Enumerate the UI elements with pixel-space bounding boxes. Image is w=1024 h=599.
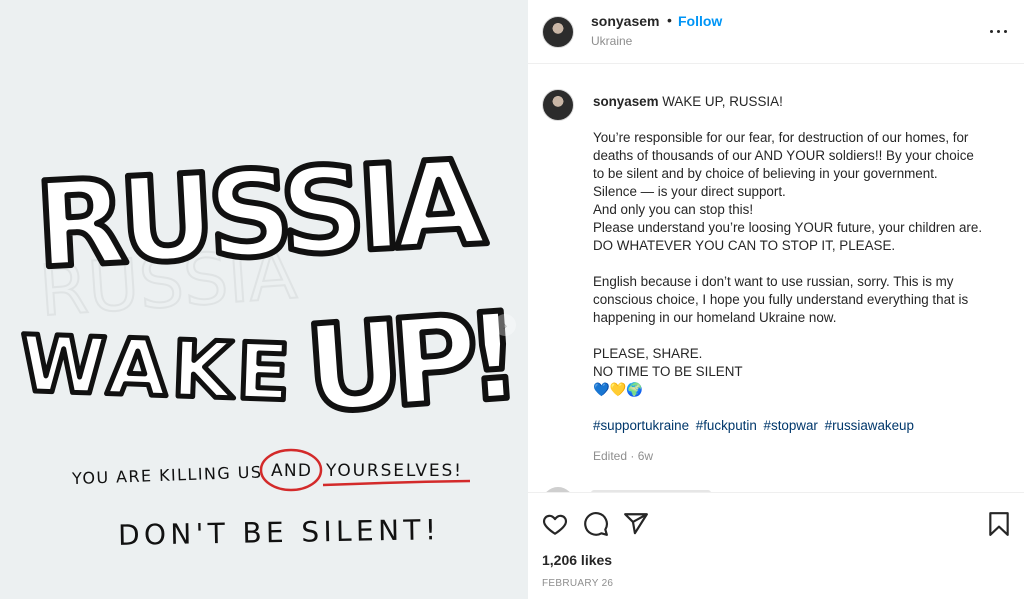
caption-line: Silence — is your direct support. xyxy=(593,184,786,199)
bookmark-icon[interactable] xyxy=(986,511,1012,537)
image-text-dont-be-silent: DON'T BE SILENT! xyxy=(118,513,439,552)
caption-line: PLEASE, SHARE. xyxy=(593,346,703,361)
caption-line: NO TIME TO BE SILENT xyxy=(593,364,743,379)
image-text-wake: WAKE xyxy=(19,319,292,418)
comment-icon[interactable] xyxy=(583,511,609,537)
edited-timestamp: Edited · 6w xyxy=(593,449,654,463)
avatar[interactable] xyxy=(542,16,574,48)
hashtag-link[interactable]: #russiawakeup xyxy=(825,418,914,433)
caption-line: deaths of thousands of our AND YOUR sold… xyxy=(593,148,974,163)
caption-avatar[interactable] xyxy=(542,89,574,121)
caption-line: Please understand you’re loosing YOUR fu… xyxy=(593,220,983,235)
image-text-yourselves: YOURSELVES! xyxy=(325,461,462,481)
hashtag-list: #supportukraine #fuckputin #stopwar #rus… xyxy=(593,417,1021,435)
image-text-up: UP! xyxy=(301,287,525,441)
hashtag-link[interactable]: #fuckputin xyxy=(696,418,757,433)
caption: sonyasem WAKE UP, RUSSIA! You’re respons… xyxy=(593,93,1021,435)
caption-line: conscious choice, I hope you fully under… xyxy=(593,292,969,307)
next-image-icon[interactable]: › xyxy=(494,314,516,336)
caption-line: You’re responsible for our fear, for des… xyxy=(593,130,969,145)
likes-count[interactable]: 1,206 likes xyxy=(542,552,612,568)
caption-emoji: 💙💛🌍 xyxy=(593,382,644,397)
caption-line: to be silent and by choice of believing … xyxy=(593,166,938,181)
post-header: sonyasem • Follow Ukraine xyxy=(528,0,1024,64)
share-icon[interactable] xyxy=(623,511,649,537)
action-bar: 1,206 likes FEBRUARY 26 xyxy=(528,492,1024,599)
follow-button[interactable]: Follow xyxy=(678,13,722,29)
comments-area[interactable]: sonyasem WAKE UP, RUSSIA! You’re respons… xyxy=(528,65,1024,492)
caption-title: WAKE UP, RUSSIA! xyxy=(662,94,783,109)
heart-icon[interactable] xyxy=(542,511,568,537)
post-date[interactable]: FEBRUARY 26 xyxy=(542,578,613,589)
header-username[interactable]: sonyasem xyxy=(591,13,659,29)
caption-username[interactable]: sonyasem xyxy=(593,94,659,109)
red-underline xyxy=(322,479,471,487)
post-panel: sonyasem • Follow Ukraine sonyasem WAKE … xyxy=(528,0,1024,599)
image-text-killing: YOU ARE KILLING US xyxy=(71,462,263,488)
image-text-russia: RUSSIA xyxy=(32,133,489,294)
more-options-icon[interactable] xyxy=(988,22,1010,38)
location-link[interactable]: Ukraine xyxy=(591,34,632,48)
caption-line: English because i don’t want to use russ… xyxy=(593,274,954,289)
caption-line: happening in our homeland Ukraine now. xyxy=(593,310,837,325)
caption-line: DO WHATEVER YOU CAN TO STOP IT, PLEASE. xyxy=(593,238,896,253)
hashtag-link[interactable]: #stopwar xyxy=(764,418,818,433)
hashtag-link[interactable]: #supportukraine xyxy=(593,418,689,433)
image-text-and: AND xyxy=(271,461,311,481)
post-artwork: RUSSIA RUSSIA WAKE UP! YOU ARE KILLING U… xyxy=(16,130,528,552)
caption-line: And only you can stop this! xyxy=(593,202,754,217)
post-image[interactable]: RUSSIA RUSSIA WAKE UP! YOU ARE KILLING U… xyxy=(0,0,528,599)
separator-dot: • xyxy=(667,12,672,28)
